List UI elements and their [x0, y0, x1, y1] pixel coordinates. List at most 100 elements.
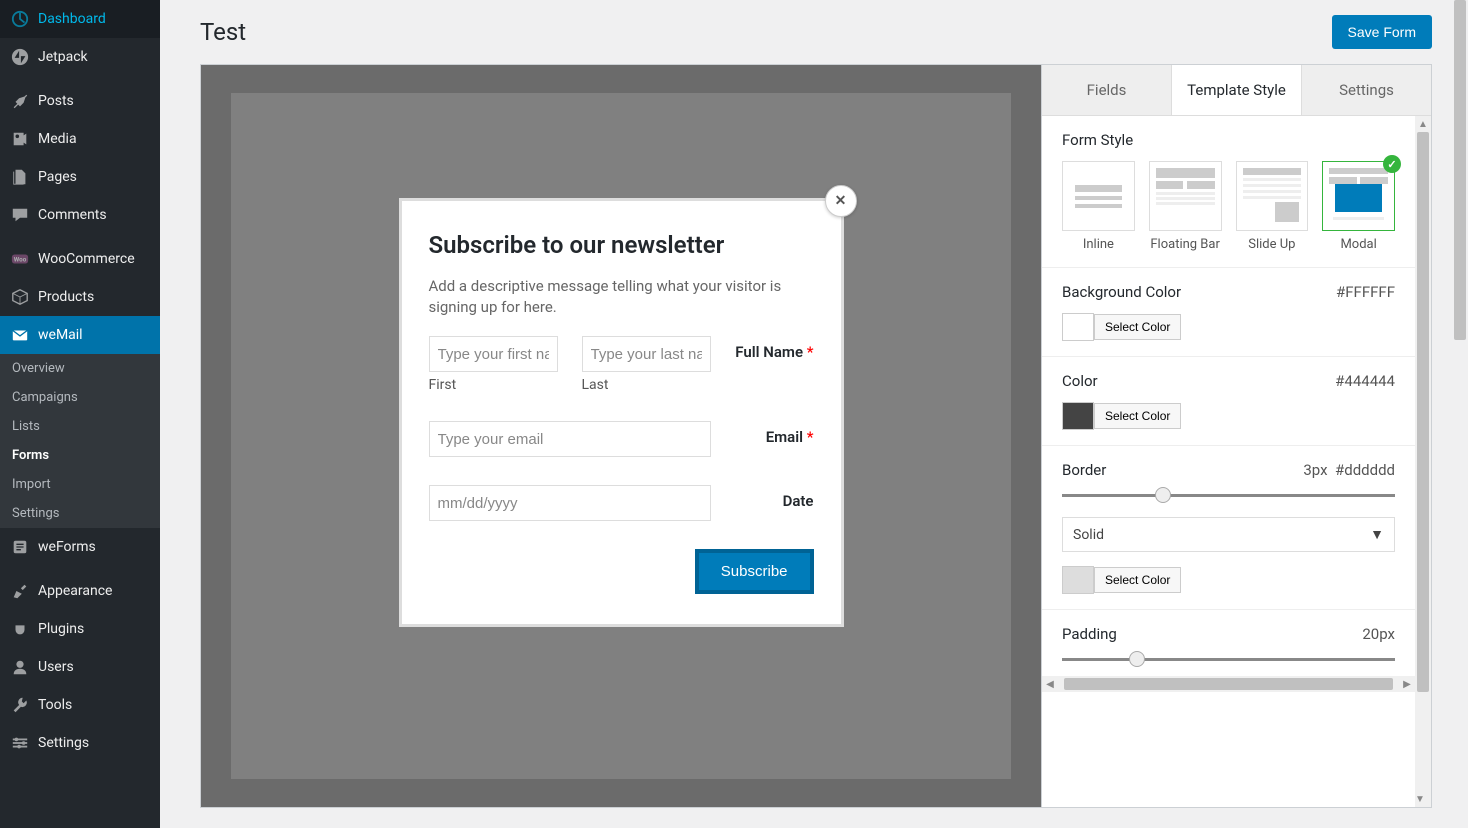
weforms-icon	[10, 537, 30, 557]
scroll-down-icon[interactable]: ▼	[1415, 791, 1425, 807]
color-swatch[interactable]	[1062, 402, 1094, 430]
media-icon	[10, 129, 30, 149]
sidebar-label: Products	[38, 289, 94, 305]
sidebar-label: Media	[38, 131, 77, 147]
products-icon	[10, 287, 30, 307]
sidebar-item-posts[interactable]: Posts	[0, 82, 160, 120]
date-input[interactable]	[429, 485, 711, 521]
border-width-slider[interactable]	[1062, 494, 1395, 497]
sidebar-item-pages[interactable]: Pages	[0, 158, 160, 196]
scroll-left-icon[interactable]: ◀	[1042, 676, 1058, 692]
style-option-slide-up[interactable]: Slide Up	[1236, 161, 1309, 252]
padding-slider[interactable]	[1062, 658, 1395, 661]
bg-color-swatch[interactable]	[1062, 313, 1094, 341]
jetpack-icon	[10, 47, 30, 67]
save-form-button[interactable]: Save Form	[1332, 15, 1432, 49]
first-name-input[interactable]	[429, 336, 558, 372]
padding-title: Padding	[1062, 625, 1117, 643]
sidebar-label: Users	[38, 659, 74, 675]
sidebar-label: Dashboard	[38, 11, 106, 27]
sidebar-item-dashboard[interactable]: Dashboard	[0, 0, 160, 38]
pages-icon	[10, 167, 30, 187]
style-option-inline[interactable]: Inline	[1062, 161, 1135, 252]
woo-icon: Woo	[10, 249, 30, 269]
settings-icon	[10, 733, 30, 753]
sidebar-item-appearance[interactable]: Appearance	[0, 572, 160, 610]
border-value: 3px #dddddd	[1303, 461, 1395, 479]
color-value: #444444	[1335, 372, 1395, 390]
color-button[interactable]: Select Color	[1094, 403, 1181, 429]
sidebar-subitem-lists[interactable]: Lists	[0, 412, 160, 441]
wemail-icon	[10, 325, 30, 345]
email-input[interactable]	[429, 421, 711, 457]
sidebar-item-products[interactable]: Products	[0, 278, 160, 316]
bg-color-value: #FFFFFF	[1336, 283, 1395, 301]
border-color-button[interactable]: Select Color	[1094, 567, 1181, 593]
page-title: Test	[200, 18, 246, 46]
scroll-up-icon[interactable]: ▲	[1415, 116, 1431, 132]
sidebar-item-settings[interactable]: Settings	[0, 724, 160, 762]
canvas-backdrop: ✕ Subscribe to our newsletter Add a desc…	[231, 93, 1011, 779]
color-title: Color	[1062, 372, 1098, 390]
padding-value: 20px	[1362, 625, 1395, 643]
panel-horizontal-scrollbar[interactable]: ◀ ▶	[1042, 676, 1415, 692]
form-editor: ✕ Subscribe to our newsletter Add a desc…	[200, 64, 1432, 808]
sidebar-item-woocommerce[interactable]: Woo WooCommerce	[0, 240, 160, 278]
sidebar-item-wemail[interactable]: weMail	[0, 316, 160, 354]
sidebar-item-plugins[interactable]: Plugins	[0, 610, 160, 648]
scroll-right-icon[interactable]: ▶	[1399, 676, 1415, 692]
sidebar-item-users[interactable]: Users	[0, 648, 160, 686]
sidebar-label: Comments	[38, 207, 107, 223]
chevron-down-icon: ▼	[1370, 526, 1384, 543]
sidebar-label: Plugins	[38, 621, 84, 637]
sidebar-subitem-forms[interactable]: Forms	[0, 441, 160, 470]
form-style-title: Form Style	[1062, 131, 1133, 149]
plugins-icon	[10, 619, 30, 639]
fullname-label: Full Name *	[729, 336, 814, 361]
sidebar-subitem-import[interactable]: Import	[0, 470, 160, 499]
last-name-input[interactable]	[582, 336, 711, 372]
sidebar-label: weForms	[38, 539, 96, 555]
close-icon: ✕	[835, 193, 847, 209]
sidebar-subitem-settings[interactable]: Settings	[0, 499, 160, 528]
subscribe-button[interactable]: Subscribe	[695, 549, 814, 594]
panel-vertical-scrollbar[interactable]: ▲ ▼	[1415, 116, 1431, 807]
sidebar-label: Jetpack	[38, 49, 88, 65]
tab-template-style[interactable]: Template Style	[1172, 65, 1302, 115]
style-option-modal[interactable]: Modal	[1322, 161, 1395, 252]
sidebar-label: Posts	[38, 93, 74, 109]
border-title: Border	[1062, 461, 1106, 479]
bg-color-button[interactable]: Select Color	[1094, 314, 1181, 340]
border-color-swatch[interactable]	[1062, 566, 1094, 594]
bg-color-title: Background Color	[1062, 283, 1181, 301]
svg-text:Woo: Woo	[14, 256, 27, 264]
appearance-icon	[10, 581, 30, 601]
vertical-scrollbar[interactable]	[1452, 0, 1468, 828]
modal-description: Add a descriptive message telling what y…	[429, 276, 814, 318]
settings-panel: Fields Template Style Settings ▲ ▼ Form …	[1041, 65, 1431, 807]
pin-icon	[10, 91, 30, 111]
tab-fields[interactable]: Fields	[1042, 65, 1172, 115]
tab-settings[interactable]: Settings	[1302, 65, 1431, 115]
sidebar-subitem-overview[interactable]: Overview	[0, 354, 160, 383]
modal-title: Subscribe to our newsletter	[429, 231, 814, 259]
sidebar-label: WooCommerce	[38, 251, 135, 267]
sidebar-item-weforms[interactable]: weForms	[0, 528, 160, 566]
sidebar-item-jetpack[interactable]: Jetpack	[0, 38, 160, 76]
sidebar-label: Appearance	[38, 583, 112, 599]
users-icon	[10, 657, 30, 677]
sidebar-subitem-campaigns[interactable]: Campaigns	[0, 383, 160, 412]
border-style-select[interactable]: Solid ▼	[1062, 517, 1395, 552]
top-bar: Test Save Form	[200, 15, 1432, 49]
dashboard-icon	[10, 9, 30, 29]
last-sublabel: Last	[582, 377, 711, 393]
wp-admin-sidebar: Dashboard Jetpack Posts Media Pages Comm…	[0, 0, 160, 828]
sidebar-item-comments[interactable]: Comments	[0, 196, 160, 234]
tools-icon	[10, 695, 30, 715]
sidebar-item-media[interactable]: Media	[0, 120, 160, 158]
email-label: Email *	[729, 421, 814, 446]
style-option-floating-bar[interactable]: Floating Bar	[1149, 161, 1222, 252]
sidebar-label: Pages	[38, 169, 77, 185]
sidebar-item-tools[interactable]: Tools	[0, 686, 160, 724]
modal-close-button[interactable]: ✕	[825, 185, 857, 217]
